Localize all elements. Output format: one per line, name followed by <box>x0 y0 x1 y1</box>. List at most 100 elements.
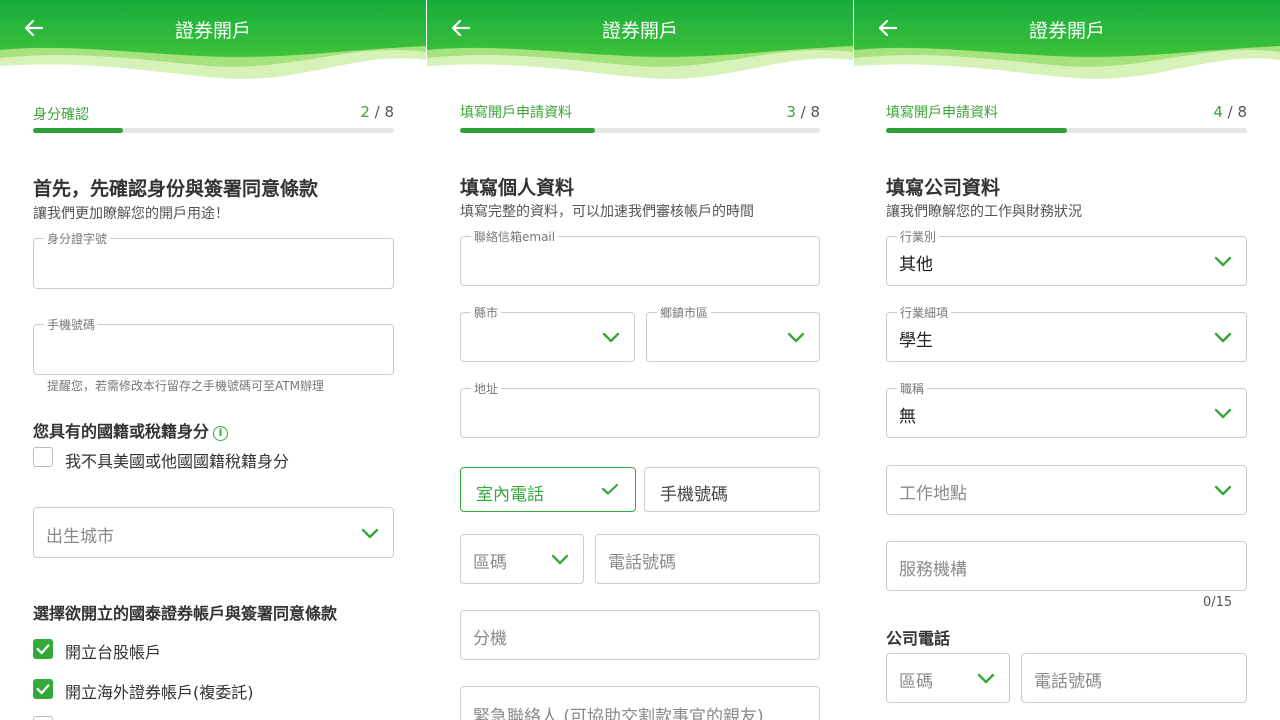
company-phone-field[interactable]: 電話號碼 <box>1021 653 1247 703</box>
id-number-label: 身分證字號 <box>44 230 111 247</box>
mobile-number-field[interactable]: 手機號碼 <box>33 316 394 375</box>
mobile-number-label: 手機號碼 <box>44 316 99 333</box>
overseas-account-checkbox[interactable] <box>33 679 53 699</box>
section-heading: 填寫公司資料 <box>886 177 1001 199</box>
header-bar: 證券開戶 <box>427 0 853 90</box>
industry-detail-select[interactable]: 行業細項 學生 <box>886 304 1247 362</box>
progress-fill <box>460 128 595 133</box>
check-icon <box>601 483 619 495</box>
progress-bar <box>460 128 820 133</box>
area-code-placeholder: 區碼 <box>473 553 507 573</box>
page-title: 證券開戶 <box>601 20 678 42</box>
industry-detail-value: 學生 <box>899 331 933 351</box>
page-title: 證券開戶 <box>1028 20 1105 42</box>
phone-number-placeholder: 電話號碼 <box>608 553 676 573</box>
step-total: 8 <box>810 103 820 121</box>
industry-select[interactable]: 行業別 其他 <box>886 228 1247 286</box>
county-select[interactable]: 縣市 <box>460 304 635 362</box>
extension-placeholder: 分機 <box>473 629 507 649</box>
char-counter: 0/15 <box>1203 595 1233 610</box>
tw-stock-account-checkbox[interactable] <box>33 639 53 659</box>
panel-personal-info-step: 證券開戶 填寫開戶申請資料 3 / 8 填寫個人資料 填寫完整的資料，可以加速我… <box>427 0 853 720</box>
home-phone-label: 室內電話 <box>476 485 544 505</box>
check-icon <box>34 680 52 698</box>
phone-number-field[interactable]: 電話號碼 <box>595 534 820 584</box>
home-phone-toggle[interactable]: 室內電話 <box>460 467 636 512</box>
birth-city-select[interactable]: 出生城市 <box>33 507 394 558</box>
chevron-down-icon <box>551 554 569 566</box>
address-field[interactable]: 地址 <box>460 380 820 438</box>
chevron-down-icon <box>1214 485 1232 497</box>
emergency-contact-field[interactable]: 緊急聯絡人 (可協助交割款事宜的親友) <box>460 686 820 720</box>
section-subheading: 讓我們更加瞭解您的開戶用途！ <box>33 206 229 222</box>
section-subheading: 讓我們瞭解您的工作與財務狀況 <box>886 204 1082 220</box>
no-foreign-tax-checkbox[interactable] <box>33 447 53 467</box>
chevron-down-icon <box>1214 256 1232 268</box>
mobile-phone-toggle[interactable]: 手機號碼 <box>644 467 820 512</box>
info-icon[interactable]: i <box>213 426 229 441</box>
address-label: 地址 <box>471 380 502 397</box>
industry-label: 行業別 <box>897 228 940 245</box>
next-checkbox[interactable] <box>33 716 53 720</box>
email-field[interactable]: 聯絡信箱email <box>460 228 820 286</box>
header-wave <box>0 0 426 90</box>
work-location-placeholder: 工作地點 <box>899 484 967 504</box>
industry-value: 其他 <box>899 255 933 275</box>
phone-number-placeholder: 電話號碼 <box>1034 672 1102 692</box>
area-code-select[interactable]: 區碼 <box>460 534 584 584</box>
chevron-down-icon <box>1214 408 1232 420</box>
company-phone-title: 公司電話 <box>886 629 951 648</box>
header-wave <box>854 0 1280 90</box>
email-label: 聯絡信箱email <box>471 228 559 245</box>
progress-fill <box>886 128 1067 133</box>
position-select[interactable]: 職稱 無 <box>886 380 1247 438</box>
header-wave <box>427 0 853 90</box>
step-counter: 3 / 8 <box>786 103 820 121</box>
nationality-title: 您具有的國籍或稅籍身分 i <box>33 418 229 442</box>
step-name: 填寫開戶申請資料 <box>460 105 572 121</box>
work-location-select[interactable]: 工作地點 <box>886 465 1247 515</box>
county-label: 縣市 <box>471 304 502 321</box>
position-label: 職稱 <box>897 380 928 397</box>
progress-bar <box>33 128 394 133</box>
township-select[interactable]: 鄉鎮市區 <box>646 304 820 362</box>
chevron-down-icon <box>977 673 995 685</box>
chevron-down-icon <box>602 332 620 344</box>
step-total: 8 <box>1237 103 1247 121</box>
progress-fill <box>33 128 124 133</box>
extension-field[interactable]: 分機 <box>460 610 820 660</box>
emergency-contact-placeholder: 緊急聯絡人 (可協助交割款事宜的親友) <box>473 707 764 720</box>
step-name: 身分確認 <box>33 107 89 123</box>
chevron-down-icon <box>1214 332 1232 344</box>
tw-stock-account-label: 開立台股帳戶 <box>65 643 162 662</box>
panel-identity-step: 證券開戶 身分確認 2 / 8 首先，先確認身份與簽署同意條款 讓我們更加瞭解您… <box>0 0 426 720</box>
company-area-code-select[interactable]: 區碼 <box>886 653 1010 703</box>
step-counter: 4 / 8 <box>1213 103 1247 121</box>
account-section-title: 選擇欲開立的國泰證券帳戶與簽署同意條款 <box>33 604 338 623</box>
step-current: 2 <box>360 103 370 121</box>
chevron-down-icon <box>787 332 805 344</box>
step-name: 填寫開戶申請資料 <box>886 105 998 121</box>
no-foreign-tax-label: 我不具美國或他國國籍稅籍身分 <box>65 452 290 471</box>
birth-city-placeholder: 出生城市 <box>46 527 114 547</box>
industry-detail-label: 行業細項 <box>897 304 952 321</box>
section-subheading: 填寫完整的資料，可以加速我們審核帳戶的時間 <box>460 204 754 220</box>
position-value: 無 <box>899 407 916 427</box>
id-number-field[interactable]: 身分證字號 <box>33 230 394 289</box>
township-label: 鄉鎮市區 <box>657 304 712 321</box>
header-bar: 證券開戶 <box>0 0 426 90</box>
step-total: 8 <box>384 103 394 121</box>
check-icon <box>34 640 52 658</box>
section-heading: 首先，先確認身份與簽署同意條款 <box>33 178 319 200</box>
step-counter: 2 / 8 <box>360 103 394 121</box>
panel-company-info-step: 證券開戶 填寫開戶申請資料 4 / 8 填寫公司資料 讓我們瞭解您的工作與財務狀… <box>854 0 1280 720</box>
overseas-account-label: 開立海外證券帳戶(複委託) <box>65 683 254 702</box>
chevron-down-icon <box>361 528 379 540</box>
phone-hint: 提醒您，若需修改本行留存之手機號碼可至ATM辦理 <box>47 379 324 393</box>
mobile-phone-label: 手機號碼 <box>660 485 728 505</box>
organization-field[interactable]: 服務機構 <box>886 541 1247 591</box>
page-title: 證券開戶 <box>174 20 251 42</box>
progress-bar <box>886 128 1247 133</box>
area-code-placeholder: 區碼 <box>899 672 933 692</box>
organization-placeholder: 服務機構 <box>899 560 967 580</box>
